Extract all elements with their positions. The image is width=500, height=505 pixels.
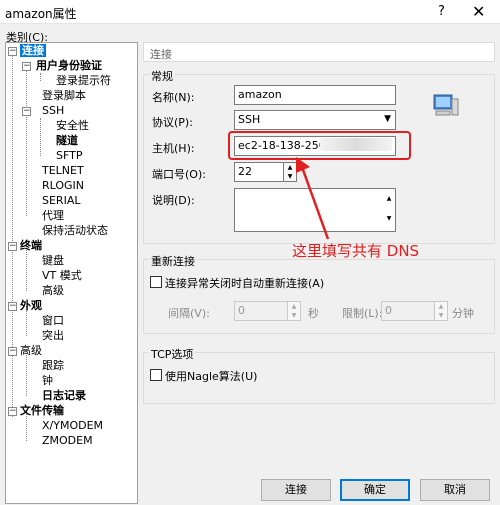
protocol-value: SSH bbox=[238, 113, 261, 126]
general-title: 常规 bbox=[149, 68, 175, 84]
tree-item-serial[interactable]: SERIAL bbox=[42, 194, 80, 208]
tree-item-security[interactable]: 安全性 bbox=[56, 119, 89, 133]
port-label: 端口号(O): bbox=[152, 168, 206, 181]
connect-button[interactable]: 连接 bbox=[261, 479, 331, 501]
limit-unit: 分钟 bbox=[452, 307, 474, 320]
section-header: 连接 bbox=[143, 42, 495, 62]
tree-item-telnet[interactable]: TELNET bbox=[42, 164, 84, 178]
protocol-label: 协议(P): bbox=[152, 116, 193, 129]
description-label: 说明(D): bbox=[152, 194, 195, 207]
expander-advanced[interactable]: − bbox=[8, 347, 17, 356]
expander-auth[interactable]: − bbox=[22, 62, 31, 71]
tree-item-rlogin[interactable]: RLOGIN bbox=[42, 179, 84, 193]
expander-connect[interactable]: − bbox=[8, 47, 17, 56]
tree-item-xymodem[interactable]: X/YMODEM bbox=[42, 419, 103, 433]
host-label: 主机(H): bbox=[152, 142, 195, 155]
expander-terminal[interactable]: − bbox=[8, 242, 17, 251]
category-tree[interactable]: − − − − − − − 连接 用户身份验证 登录提示符 登录脚本 SSH 安… bbox=[5, 42, 138, 504]
tree-item-login-script[interactable]: 登录脚本 bbox=[42, 89, 86, 103]
tree-item-keepalive[interactable]: 保持活动状态 bbox=[42, 224, 108, 238]
expander-ssh[interactable]: − bbox=[22, 107, 31, 116]
title-bar: amazon属性 ? ✕ bbox=[0, 0, 500, 24]
tree-item-clock[interactable]: 钟 bbox=[42, 374, 53, 388]
interval-spinner[interactable]: ▲ ▼ bbox=[288, 301, 301, 321]
tree-item-sftp[interactable]: SFTP bbox=[56, 149, 82, 163]
tree-item-connect[interactable]: 连接 bbox=[20, 44, 46, 58]
expander-file-transfer[interactable]: − bbox=[8, 407, 17, 416]
window-title: amazon属性 bbox=[5, 7, 77, 21]
tree-item-proxy[interactable]: 代理 bbox=[42, 209, 64, 223]
nagle-checkbox[interactable] bbox=[150, 369, 162, 381]
tree-item-advanced[interactable]: 高级 bbox=[20, 344, 42, 358]
interval-label: 间隔(V): bbox=[168, 307, 210, 320]
limit-label: 限制(L): bbox=[342, 307, 383, 320]
protocol-select[interactable]: SSH ▼ bbox=[234, 110, 396, 130]
cancel-button[interactable]: 取消 bbox=[420, 479, 490, 501]
tree-item-vt-mode[interactable]: VT 模式 bbox=[42, 269, 82, 283]
tree-item-login-prompt[interactable]: 登录提示符 bbox=[56, 74, 111, 88]
description-scrollbar[interactable]: ▲ ▼ bbox=[383, 189, 395, 231]
tree-item-logging[interactable]: 日志记录 bbox=[42, 389, 86, 403]
auto-reconnect-checkbox[interactable] bbox=[150, 276, 162, 288]
tree-item-tunnel[interactable]: 隧道 bbox=[56, 134, 78, 148]
close-button[interactable]: ✕ bbox=[472, 2, 485, 21]
name-label: 名称(N): bbox=[152, 91, 195, 104]
limit-spinner[interactable]: ▲ ▼ bbox=[435, 301, 448, 321]
tree-item-terminal[interactable]: 终端 bbox=[20, 239, 42, 253]
expander-appearance[interactable]: − bbox=[8, 302, 17, 311]
auto-reconnect-label: 连接异常关闭时自动重新连接(A) bbox=[165, 277, 325, 290]
tree-item-appearance[interactable]: 外观 bbox=[20, 299, 42, 313]
interval-input[interactable]: 0 bbox=[234, 301, 288, 321]
tree-item-keyboard[interactable]: 键盘 bbox=[42, 254, 64, 268]
chevron-down-icon: ▼ bbox=[384, 114, 391, 124]
tcp-title: TCP选项 bbox=[149, 346, 196, 362]
reconnect-group bbox=[143, 259, 495, 334]
tree-item-user-auth[interactable]: 用户身份验证 bbox=[36, 59, 102, 73]
tree-item-highlight[interactable]: 突出 bbox=[42, 329, 64, 343]
tree-item-terminal-advanced[interactable]: 高级 bbox=[42, 284, 64, 298]
annotation-arrow bbox=[296, 157, 330, 240]
tree-item-ssh[interactable]: SSH bbox=[42, 104, 64, 118]
help-button[interactable]: ? bbox=[438, 4, 445, 19]
tree-item-trace[interactable]: 跟踪 bbox=[42, 359, 64, 373]
tree-item-window[interactable]: 窗口 bbox=[42, 314, 64, 328]
tree-item-zmodem[interactable]: ZMODEM bbox=[42, 434, 93, 448]
limit-input[interactable]: 0 bbox=[381, 301, 435, 321]
ok-button[interactable]: 确定 bbox=[340, 479, 410, 501]
annotation-text: 这里填写共有 DNS bbox=[292, 242, 420, 260]
name-input[interactable]: amazon bbox=[234, 85, 396, 105]
port-input[interactable]: 22 bbox=[234, 162, 284, 182]
tree-item-file-transfer[interactable]: 文件传输 bbox=[20, 404, 64, 418]
reconnect-title: 重新连接 bbox=[149, 253, 197, 269]
computer-icon bbox=[433, 94, 459, 116]
interval-unit: 秒 bbox=[308, 307, 319, 320]
nagle-label: 使用Nagle算法(U) bbox=[165, 370, 258, 383]
